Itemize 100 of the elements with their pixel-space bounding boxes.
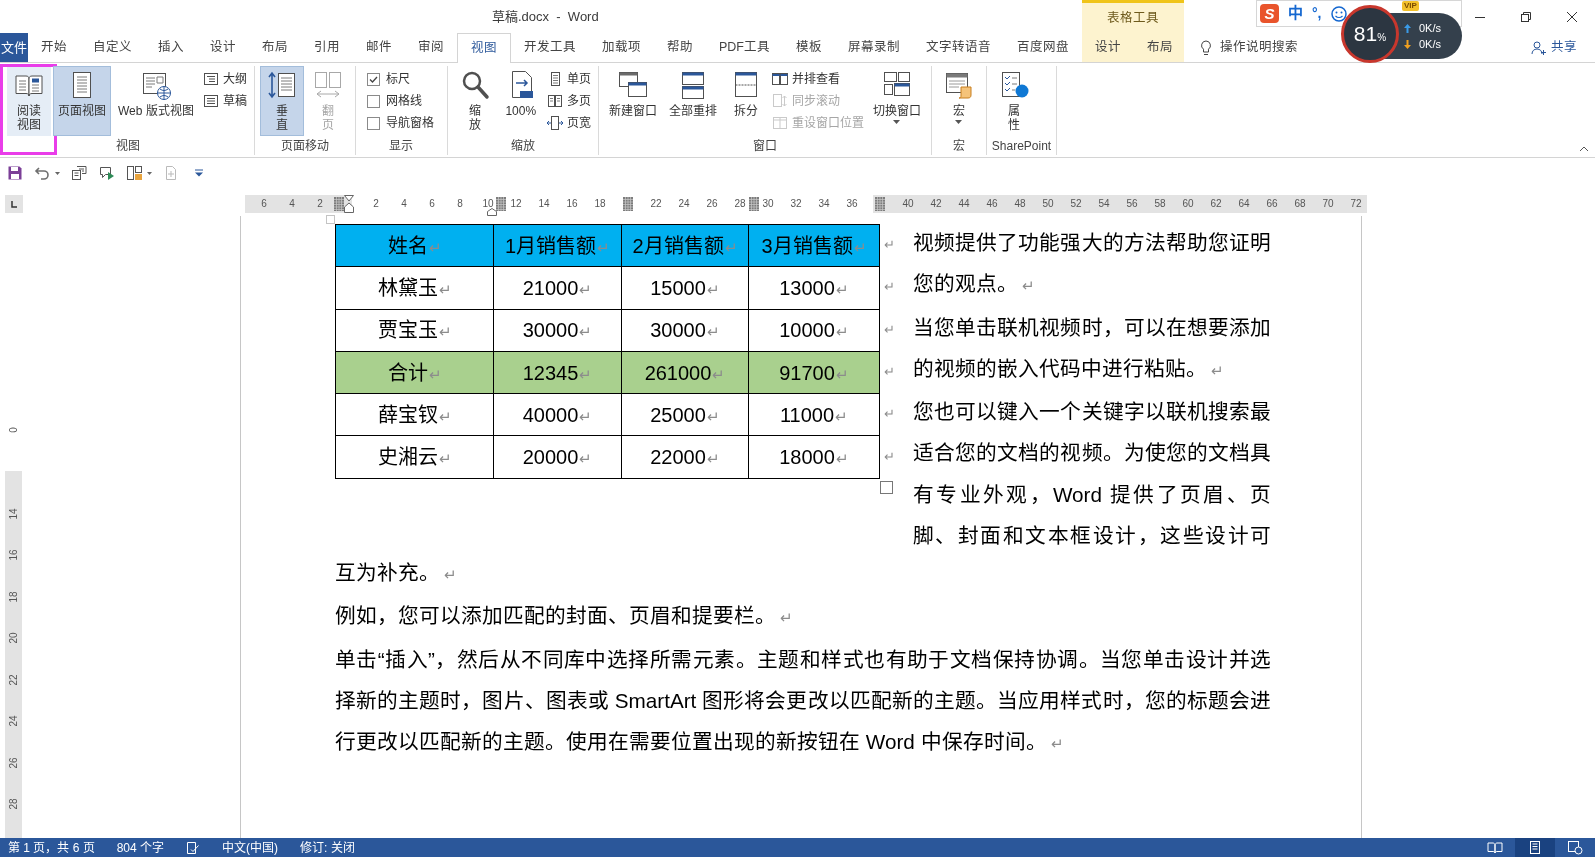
ribbon-tab[interactable]: PDF工具	[706, 33, 783, 62]
save-icon	[7, 165, 23, 181]
comment-play-icon	[99, 165, 115, 181]
ruler-number: 66	[1266, 198, 1278, 210]
undo-icon	[34, 165, 50, 181]
ribbon-button[interactable]: 页面视图	[53, 66, 111, 136]
ribbon-tab[interactable]: 设计	[197, 33, 249, 62]
ribbon-tab[interactable]: 模板	[783, 33, 835, 62]
group-label: 宏	[952, 139, 965, 154]
ruler-number: 32	[790, 198, 802, 210]
column-marker-icon[interactable]	[623, 197, 633, 211]
ruler-number: 14	[538, 198, 550, 210]
row-end-mark: ↵	[884, 365, 895, 380]
ribbon-tab[interactable]: 开发工具	[511, 33, 589, 62]
ribbon-button[interactable]: 切换窗口	[867, 66, 926, 136]
paragraph-mark: ↵	[438, 280, 452, 298]
ruler-number: 56	[1126, 198, 1138, 210]
ruler-number: 64	[1238, 198, 1250, 210]
ruler-number: 4	[401, 198, 407, 210]
print-layout-button[interactable]	[1515, 838, 1555, 857]
checkbox-option[interactable]: 导航窗格	[364, 112, 436, 134]
ribbon-small-button[interactable]: 单页	[544, 68, 593, 90]
table-resize-handle-icon[interactable]	[880, 480, 893, 494]
horizontal-ruler[interactable]: 6 4 2 2 4 6 8 10 12 14 16 18 22 24 26 28 30 32 34 36 40 42 44 46 48 50 52 54 56 58 60 62 64 66 68 70 72	[245, 195, 1367, 213]
ribbon-button[interactable]: 新建窗口	[603, 66, 662, 136]
ribbon-tab[interactable]: 邮件	[353, 33, 405, 62]
proofing-icon[interactable]	[186, 840, 201, 855]
ruler-number: 24	[8, 715, 19, 727]
file-tab[interactable]: 文件	[0, 33, 28, 62]
checkbox[interactable]	[366, 72, 380, 86]
smiley-icon[interactable]	[1330, 5, 1347, 22]
ribbon-tab[interactable]: 加载项	[589, 33, 654, 62]
ruler-number: 0	[8, 427, 19, 433]
cell-text: 40000	[522, 403, 579, 426]
ribbon-tab[interactable]: 审阅	[405, 33, 457, 62]
ribbon-small-button[interactable]: 页宽	[544, 112, 593, 134]
paragraph-mark: ↵	[438, 450, 452, 468]
ribbon-tab[interactable]: 布局	[249, 33, 301, 62]
cell-text: 史湘云	[377, 446, 438, 469]
ime-mode[interactable]: 中	[1288, 2, 1303, 25]
collapse-icon[interactable]	[1579, 146, 1589, 152]
page-arrows-icon	[265, 69, 298, 101]
ruler-number: 16	[8, 549, 19, 561]
lines-icon	[202, 93, 219, 109]
gauge-unit: %	[1377, 33, 1387, 43]
table-move-handle-icon[interactable]	[326, 215, 335, 224]
tell-me-field[interactable]: 操作说明搜索	[1220, 38, 1300, 57]
share-button[interactable]: 共享	[1531, 33, 1577, 62]
cell-text: 合计	[387, 361, 428, 384]
tab-stop-icon[interactable]	[5, 195, 23, 213]
cell-text: 11000	[779, 403, 835, 426]
ribbon-button[interactable]: 全部重排	[663, 66, 722, 136]
ribbon-button[interactable]: 属性	[991, 66, 1036, 136]
ruler-number: 34	[818, 198, 830, 210]
ribbon-tab[interactable]: 引用	[301, 33, 353, 62]
column-marker-icon[interactable]	[334, 197, 344, 211]
checkbox-option[interactable]: 标尺	[364, 68, 436, 90]
ribbon-tab[interactable]: 设计	[1082, 33, 1134, 62]
row-end-mark: ↵	[884, 407, 895, 422]
ribbon-tab[interactable]: 插入	[145, 33, 197, 62]
ribbon-small-button[interactable]: 草稿	[200, 90, 249, 112]
ribbon-tab[interactable]: 开始	[28, 33, 80, 62]
ruler-number: 42	[930, 198, 942, 210]
ribbon-tab[interactable]: 自定义	[80, 33, 145, 62]
lightbulb-icon	[1200, 39, 1212, 56]
ribbon-button[interactable]: 垂直	[259, 66, 304, 136]
ribbon-tab[interactable]: 帮助	[654, 33, 706, 62]
paragraph-mark: ↵	[438, 323, 452, 341]
checkbox[interactable]	[366, 116, 380, 130]
ribbon-tab[interactable]: 屏幕录制	[835, 33, 913, 62]
ribbon-button[interactable]: 100%	[498, 66, 543, 136]
ribbon-button[interactable]: Web 版式视图	[113, 66, 199, 136]
ribbon-button[interactable]: 宏	[936, 66, 981, 136]
ribbon-tab[interactable]: 视图	[457, 33, 511, 63]
ruler-number: 62	[1210, 198, 1222, 210]
column-marker-icon[interactable]	[875, 197, 885, 211]
ribbon-tab[interactable]: 百度网盘	[1004, 33, 1082, 62]
checkbox-option[interactable]: 网格线	[364, 90, 436, 112]
column-marker-icon[interactable]	[496, 197, 506, 211]
column-marker-icon[interactable]	[749, 197, 759, 211]
paragraph: 例如，您可以添加匹配的封面、页眉和提要栏。 ↵	[335, 603, 794, 630]
row-end-mark: ↵	[884, 280, 895, 295]
ribbon-tab[interactable]: 文字转语音	[913, 33, 1004, 62]
cell-text: 13000	[779, 276, 835, 299]
cell-text: 1月销售额	[504, 234, 597, 257]
ribbon-tab[interactable]: 布局	[1134, 33, 1186, 62]
cell-text: 25000	[650, 403, 706, 426]
ribbon-button[interactable]: 缩放	[452, 66, 497, 136]
ime-punctuation[interactable]: °,	[1312, 3, 1322, 24]
ribbon-button[interactable]: 拆分	[723, 66, 768, 136]
ruler-number: 26	[706, 198, 718, 210]
indent-marker-icon[interactable]	[344, 195, 354, 213]
ribbon-small-button[interactable]: 多页	[544, 90, 593, 112]
checkbox[interactable]	[366, 94, 380, 108]
customize-icon	[195, 169, 203, 177]
ribbon-small-button[interactable]: 并排查看	[769, 68, 866, 90]
ribbon-button[interactable]: 阅读视图	[7, 66, 51, 136]
ruler-number: 6	[261, 198, 267, 210]
status-text: 中文(中国)	[222, 840, 279, 855]
ribbon-small-button[interactable]: 大纲	[200, 68, 249, 90]
